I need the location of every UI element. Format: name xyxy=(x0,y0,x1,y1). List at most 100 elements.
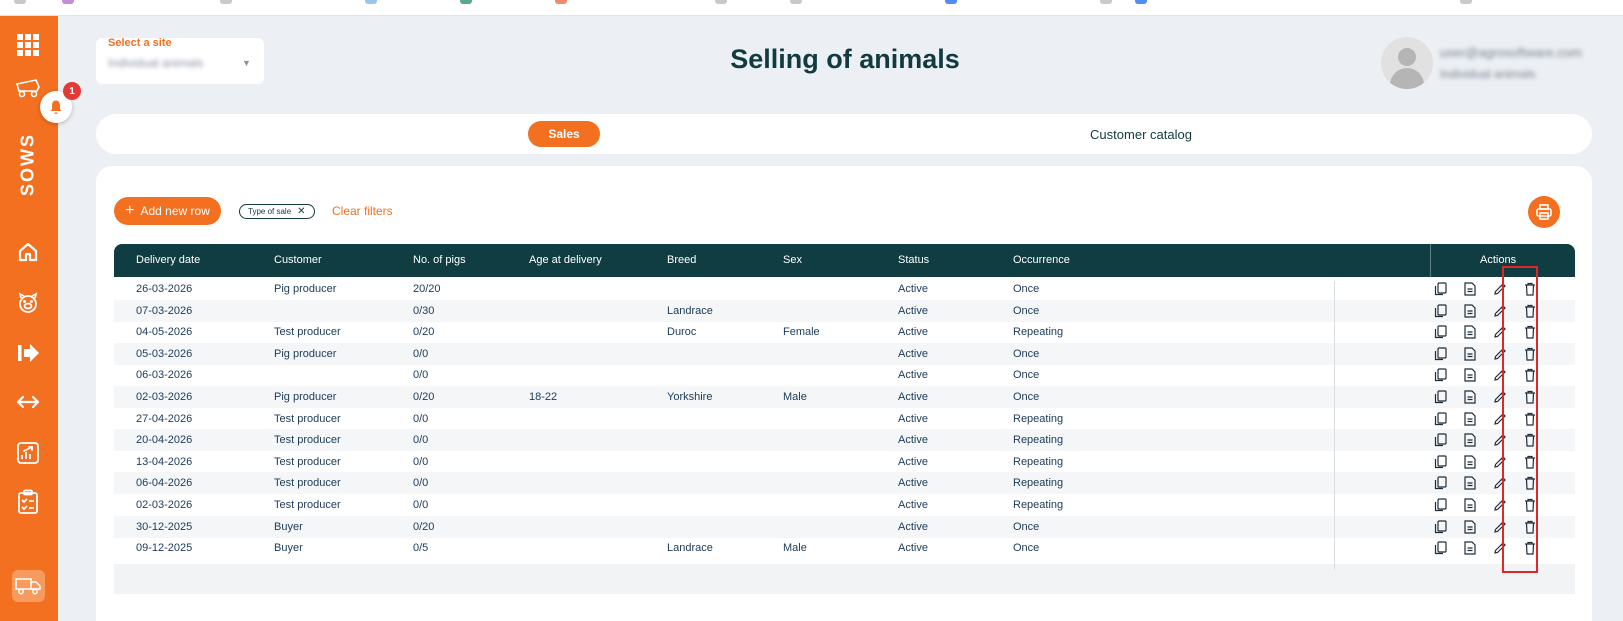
table-row[interactable]: 07-03-2026 0/30 Landrace Active Once xyxy=(114,299,1575,322)
table-row[interactable]: 02-03-2026 Pig producer 0/20 18-22 Yorkshire… xyxy=(114,386,1575,408)
column-header[interactable]: Delivery date xyxy=(136,254,200,266)
column-header[interactable]: Age at delivery xyxy=(529,254,602,266)
table-row[interactable]: 04-05-2026 Test producer 0/20 Duroc Female Ac… xyxy=(114,321,1575,343)
document-icon[interactable] xyxy=(1462,346,1478,362)
clear-filters-link[interactable]: Clear filters xyxy=(332,204,393,218)
table-cell: 20/20 xyxy=(413,283,441,295)
add-new-row-button[interactable]: + Add new row xyxy=(114,197,221,225)
document-icon[interactable] xyxy=(1462,475,1478,491)
table-cell: Buyer xyxy=(274,520,303,533)
table-row[interactable]: 13-04-2026 Test producer 0/0 Active Repeatin… xyxy=(114,451,1575,473)
copy-icon[interactable] xyxy=(1432,367,1448,383)
document-icon[interactable] xyxy=(1462,281,1478,297)
table-row[interactable]: 02-03-2026 Test producer 0/0 Active Repeatin… xyxy=(114,494,1575,516)
copy-icon[interactable] xyxy=(1432,540,1448,556)
site-selector[interactable]: Select a site Individual animals ▼ xyxy=(96,37,264,84)
copy-icon[interactable] xyxy=(1432,432,1448,448)
table-row[interactable]: 27-04-2026 Test producer 0/0 Active Repeatin… xyxy=(114,408,1575,430)
table-row[interactable]: 26-03-2026 Pig producer 20/20 Active Once xyxy=(114,278,1575,300)
document-icon[interactable] xyxy=(1462,324,1478,340)
column-header[interactable]: Sex xyxy=(783,254,802,266)
column-header[interactable]: Occurrence xyxy=(1013,254,1070,266)
copy-icon[interactable] xyxy=(1432,411,1448,427)
table-cell: 06-03-2026 xyxy=(136,369,193,382)
document-icon[interactable] xyxy=(1462,389,1478,405)
home-icon[interactable] xyxy=(13,237,43,267)
table-cell: Duroc xyxy=(667,326,697,339)
pig-icon[interactable] xyxy=(13,288,43,318)
table-cell: Active xyxy=(898,326,928,339)
table-cell: Active xyxy=(898,391,928,403)
filter-chip[interactable]: Type of sale ✕ xyxy=(239,204,315,219)
pig-truck-icon[interactable] xyxy=(13,73,43,103)
table-cell: 0/0 xyxy=(413,434,429,447)
table-cell: Repeating xyxy=(1013,434,1064,447)
print-button[interactable] xyxy=(1528,196,1560,228)
document-icon[interactable] xyxy=(1462,497,1478,513)
truck-icon[interactable] xyxy=(13,571,43,601)
table-row[interactable]: 30-12-2025 Buyer 0/20 Active Once xyxy=(114,515,1575,538)
table-row[interactable]: 05-03-2026 Pig producer 0/0 Active Once xyxy=(114,342,1575,365)
copy-icon[interactable] xyxy=(1432,454,1448,470)
table-cell: Active xyxy=(898,412,928,425)
copy-icon[interactable] xyxy=(1432,497,1448,513)
table-cell: 0/5 xyxy=(413,542,429,555)
report-icon[interactable] xyxy=(13,438,43,468)
copy-icon[interactable] xyxy=(1432,519,1448,535)
document-icon[interactable] xyxy=(1462,454,1478,470)
table-row[interactable]: 06-03-2026 0/0 Active Once xyxy=(114,364,1575,386)
column-header[interactable]: Status xyxy=(898,254,929,266)
table-cell: Active xyxy=(898,477,928,490)
table-cell: 30-12-2025 xyxy=(136,520,193,533)
copy-icon[interactable] xyxy=(1432,475,1448,491)
table-cell: 0/20 xyxy=(413,520,435,533)
table-cell: 0/0 xyxy=(413,412,429,425)
column-header[interactable]: Customer xyxy=(274,254,322,266)
table-cell: 02-03-2026 xyxy=(136,391,193,403)
document-icon[interactable] xyxy=(1462,303,1478,319)
table-cell: Once xyxy=(1013,283,1040,295)
table-row[interactable]: 20-04-2026 Test producer 0/0 Active Repeatin… xyxy=(114,429,1575,452)
apps-grid-icon[interactable] xyxy=(13,30,43,60)
copy-icon[interactable] xyxy=(1432,303,1448,319)
checklist-icon[interactable] xyxy=(13,487,43,517)
site-selector-label: Select a site xyxy=(108,37,172,49)
table-cell: Female xyxy=(783,326,820,339)
copy-icon[interactable] xyxy=(1432,281,1448,297)
copy-icon[interactable] xyxy=(1432,389,1448,405)
document-icon[interactable] xyxy=(1462,519,1478,535)
tab-bar: Sales Customer catalog xyxy=(96,114,1592,154)
table-cell: 04-05-2026 xyxy=(136,326,193,339)
notification-badge: 1 xyxy=(63,82,81,100)
table-cell: Repeating xyxy=(1013,455,1064,468)
copy-icon[interactable] xyxy=(1432,346,1448,362)
column-divider xyxy=(1430,244,1431,277)
column-header[interactable]: No. of pigs xyxy=(413,254,466,266)
copy-icon[interactable] xyxy=(1432,324,1448,340)
table-cell: 0/30 xyxy=(413,304,435,317)
table-cell: Once xyxy=(1013,304,1040,317)
table-row[interactable]: 06-04-2026 Test producer 0/0 Active Repeatin… xyxy=(114,472,1575,495)
filter-chip-label: Type of sale xyxy=(248,207,292,216)
table-cell: Once xyxy=(1013,347,1040,360)
tab-customer-catalog[interactable]: Customer catalog xyxy=(1026,121,1256,147)
column-header[interactable]: Breed xyxy=(667,254,696,266)
tab-sales[interactable]: Sales xyxy=(528,121,600,147)
table-cell: Active xyxy=(898,520,928,533)
table-row[interactable]: 09-12-2025 Buyer 0/5 Landrace Male Active Once xyxy=(114,537,1575,559)
document-icon[interactable] xyxy=(1462,540,1478,556)
document-icon[interactable] xyxy=(1462,411,1478,427)
avatar[interactable] xyxy=(1381,37,1433,89)
column-header-actions: Actions xyxy=(1480,254,1517,266)
close-icon[interactable]: ✕ xyxy=(297,206,305,217)
table-cell: Pig producer xyxy=(274,347,337,360)
document-icon[interactable] xyxy=(1462,367,1478,383)
site-selector-value: Individual animals xyxy=(108,56,204,70)
table-cell: Active xyxy=(898,304,928,317)
arrow-right-icon[interactable] xyxy=(13,338,43,368)
page-title: Selling of animals xyxy=(730,44,960,74)
plus-icon: + xyxy=(125,202,135,219)
document-icon[interactable] xyxy=(1462,432,1478,448)
transfer-icon[interactable] xyxy=(13,387,43,417)
chevron-down-icon: ▼ xyxy=(242,58,251,68)
